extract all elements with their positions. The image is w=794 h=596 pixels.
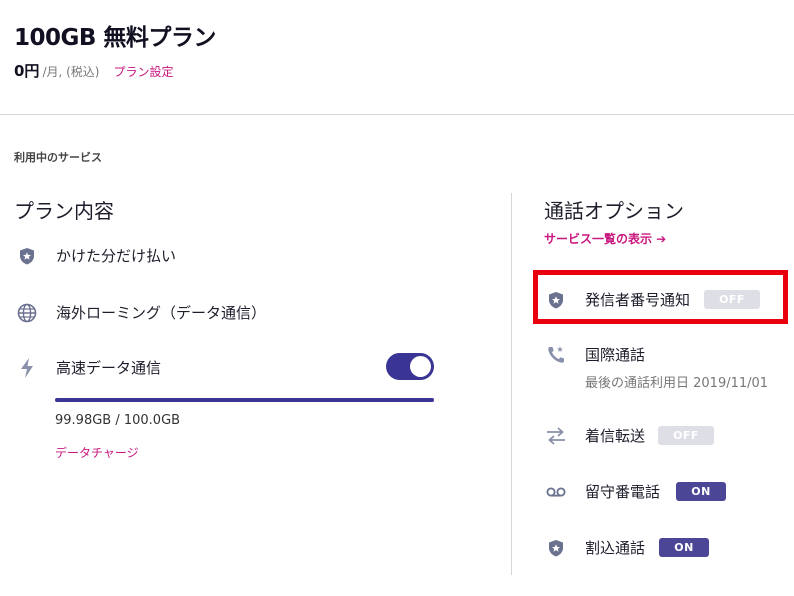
highspeed-toggle[interactable]	[386, 353, 434, 380]
international-call-text: 国際通話 最後の通話利用日 2019/11/01	[585, 344, 768, 391]
plan-settings-link[interactable]: プラン設定	[113, 63, 173, 80]
plan-item-label: 高速データ通信	[56, 359, 162, 377]
voicemail-icon	[546, 482, 566, 502]
call-forwarding-status-badge[interactable]: OFF	[658, 426, 715, 445]
option-international-call[interactable]: 国際通話 最後の通話利用日 2019/11/01	[546, 344, 768, 391]
price-row: 0円 /月, (税込) プラン設定	[14, 60, 174, 81]
option-label: 着信転送	[585, 427, 646, 445]
voicemail-status-badge[interactable]: ON	[676, 482, 727, 501]
plan-title: 100GB 無料プラン	[14, 25, 216, 51]
data-charge-link[interactable]: データチャージ	[55, 444, 139, 461]
header-divider	[0, 114, 794, 115]
shield-star-icon	[546, 538, 566, 558]
plan-item-label: 海外ローミング（データ通信）	[56, 304, 267, 322]
call-options-title: 通話オプション	[544, 199, 684, 223]
option-voicemail[interactable]: 留守番電話 ON	[546, 481, 727, 502]
lightning-icon	[17, 357, 37, 378]
shield-star-icon	[17, 246, 37, 266]
option-label: 国際通話	[585, 346, 646, 364]
data-usage-bar	[55, 398, 434, 402]
phone-star-icon	[546, 345, 566, 365]
plan-item-roaming: 海外ローミング（データ通信）	[17, 302, 266, 323]
plan-content-title: プラン内容	[14, 199, 114, 223]
plan-item-label: かけた分だけ払い	[56, 247, 177, 265]
option-call-forwarding[interactable]: 着信転送 OFF	[546, 425, 715, 446]
service-list-link[interactable]: サービス一覧の表示 ➔	[544, 230, 666, 247]
option-call-waiting[interactable]: 割込通話 ON	[546, 537, 710, 558]
toggle-knob	[410, 356, 431, 377]
data-usage-text: 99.98GB / 100.0GB	[55, 413, 181, 428]
option-label: 割込通話	[585, 539, 646, 557]
services-heading: 利用中のサービス	[14, 151, 102, 164]
plan-price: 0円	[14, 62, 40, 80]
plan-item-highspeed: 高速データ通信	[17, 357, 161, 378]
column-divider	[511, 193, 512, 575]
data-usage-fill	[55, 398, 434, 402]
last-used-date: 最後の通話利用日 2019/11/01	[585, 376, 769, 391]
plan-item-pay-as-you-go: かけた分だけ払い	[17, 245, 176, 266]
option-label: 留守番電話	[585, 483, 661, 501]
call-waiting-status-badge[interactable]: ON	[659, 538, 710, 557]
transfer-arrows-icon	[546, 426, 566, 446]
price-unit: /月, (税込)	[42, 65, 100, 79]
globe-icon	[17, 303, 37, 323]
highlight-box	[533, 270, 788, 324]
